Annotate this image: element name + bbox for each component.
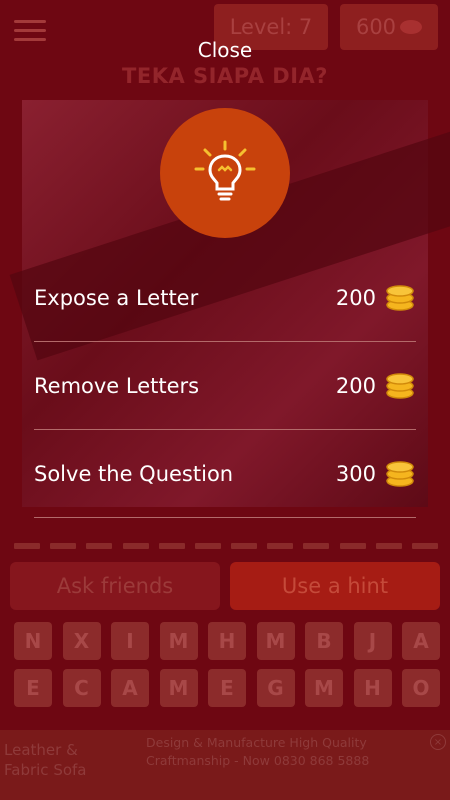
ad-title: Leather & Fabric Sofa: [4, 740, 87, 780]
hint-option-expose-letter[interactable]: Expose a Letter 200: [34, 254, 416, 342]
ad-title-line: Fabric Sofa: [4, 761, 87, 779]
hint-option-cost-group: 300: [335, 460, 416, 487]
lightbulb-icon: [194, 140, 256, 201]
ad-title-line: Leather &: [4, 741, 78, 759]
letter-key[interactable]: E: [14, 669, 52, 707]
answer-slot: [122, 543, 149, 549]
hint-badge: [160, 108, 290, 238]
answer-slot: [375, 543, 402, 549]
keyboard-row-2: E C A M E G M H O: [14, 669, 440, 707]
answer-slot: [86, 543, 113, 549]
letter-key[interactable]: J: [353, 622, 392, 660]
answer-slot: [194, 543, 221, 549]
answer-slots: [14, 543, 438, 551]
ask-friends-button[interactable]: Ask friends: [10, 562, 220, 610]
letter-key[interactable]: M: [159, 622, 198, 660]
ad-text: Design & Manufacture High Quality Craftm…: [146, 734, 446, 770]
level-text: Level: 7: [229, 15, 313, 39]
hint-option-solve-question[interactable]: Solve the Question 300: [34, 430, 416, 518]
close-button[interactable]: Close: [0, 38, 450, 62]
answer-slot: [158, 543, 185, 549]
hint-option-cost: 300: [335, 461, 376, 486]
question-title: TEKA SIAPA DIA?: [122, 64, 328, 88]
letter-key[interactable]: C: [62, 669, 101, 707]
hint-option-cost: 200: [335, 373, 376, 398]
answer-slot: [267, 543, 294, 549]
letter-key[interactable]: A: [111, 669, 149, 707]
ad-close-icon[interactable]: ×: [430, 734, 446, 750]
coin-stack-icon: [386, 460, 414, 487]
hint-option-cost-group: 200: [335, 284, 416, 311]
letter-key[interactable]: H: [353, 669, 392, 707]
hint-option-cost-group: 200: [335, 372, 416, 399]
answer-slot: [231, 543, 258, 549]
hint-option-remove-letters[interactable]: Remove Letters 200: [34, 342, 416, 430]
answer-slot: [50, 543, 77, 549]
answer-slot: [303, 543, 330, 549]
hint-option-cost: 200: [335, 285, 376, 310]
letter-key[interactable]: M: [159, 669, 198, 707]
letter-key[interactable]: M: [256, 622, 295, 660]
keyboard-row-1: N X I M H M B J A: [14, 622, 440, 660]
hint-option-label: Remove Letters: [34, 373, 200, 398]
letter-key[interactable]: E: [208, 669, 246, 707]
ad-text-line: Design & Manufacture High Quality: [146, 735, 367, 750]
hint-option-label: Expose a Letter: [34, 285, 199, 310]
answer-slot: [339, 543, 366, 549]
letter-key[interactable]: I: [111, 622, 149, 660]
letter-key[interactable]: X: [62, 622, 101, 660]
letter-key[interactable]: N: [14, 622, 52, 660]
letter-key[interactable]: H: [208, 622, 246, 660]
letter-key[interactable]: A: [402, 622, 440, 660]
letter-key[interactable]: M: [305, 669, 343, 707]
ad-text-line: Craftmanship - Now 0830 868 5888: [146, 753, 370, 768]
letter-key[interactable]: B: [305, 622, 343, 660]
letter-key[interactable]: O: [402, 669, 440, 707]
hint-options-list: Expose a Letter 200 Remove Letters 200 S…: [34, 254, 416, 518]
letter-key[interactable]: G: [256, 669, 295, 707]
coin-icon: [400, 20, 423, 34]
coin-stack-icon: [386, 372, 414, 399]
coin-balance-value: 600: [355, 15, 397, 39]
answer-slot: [14, 543, 40, 549]
answer-slot: [411, 543, 438, 549]
ad-banner[interactable]: Leather & Fabric Sofa Design & Manufactu…: [0, 730, 450, 800]
hint-option-label: Solve the Question: [34, 461, 234, 486]
use-hint-button[interactable]: Use a hint: [230, 562, 440, 610]
coin-stack-icon: [386, 284, 414, 311]
